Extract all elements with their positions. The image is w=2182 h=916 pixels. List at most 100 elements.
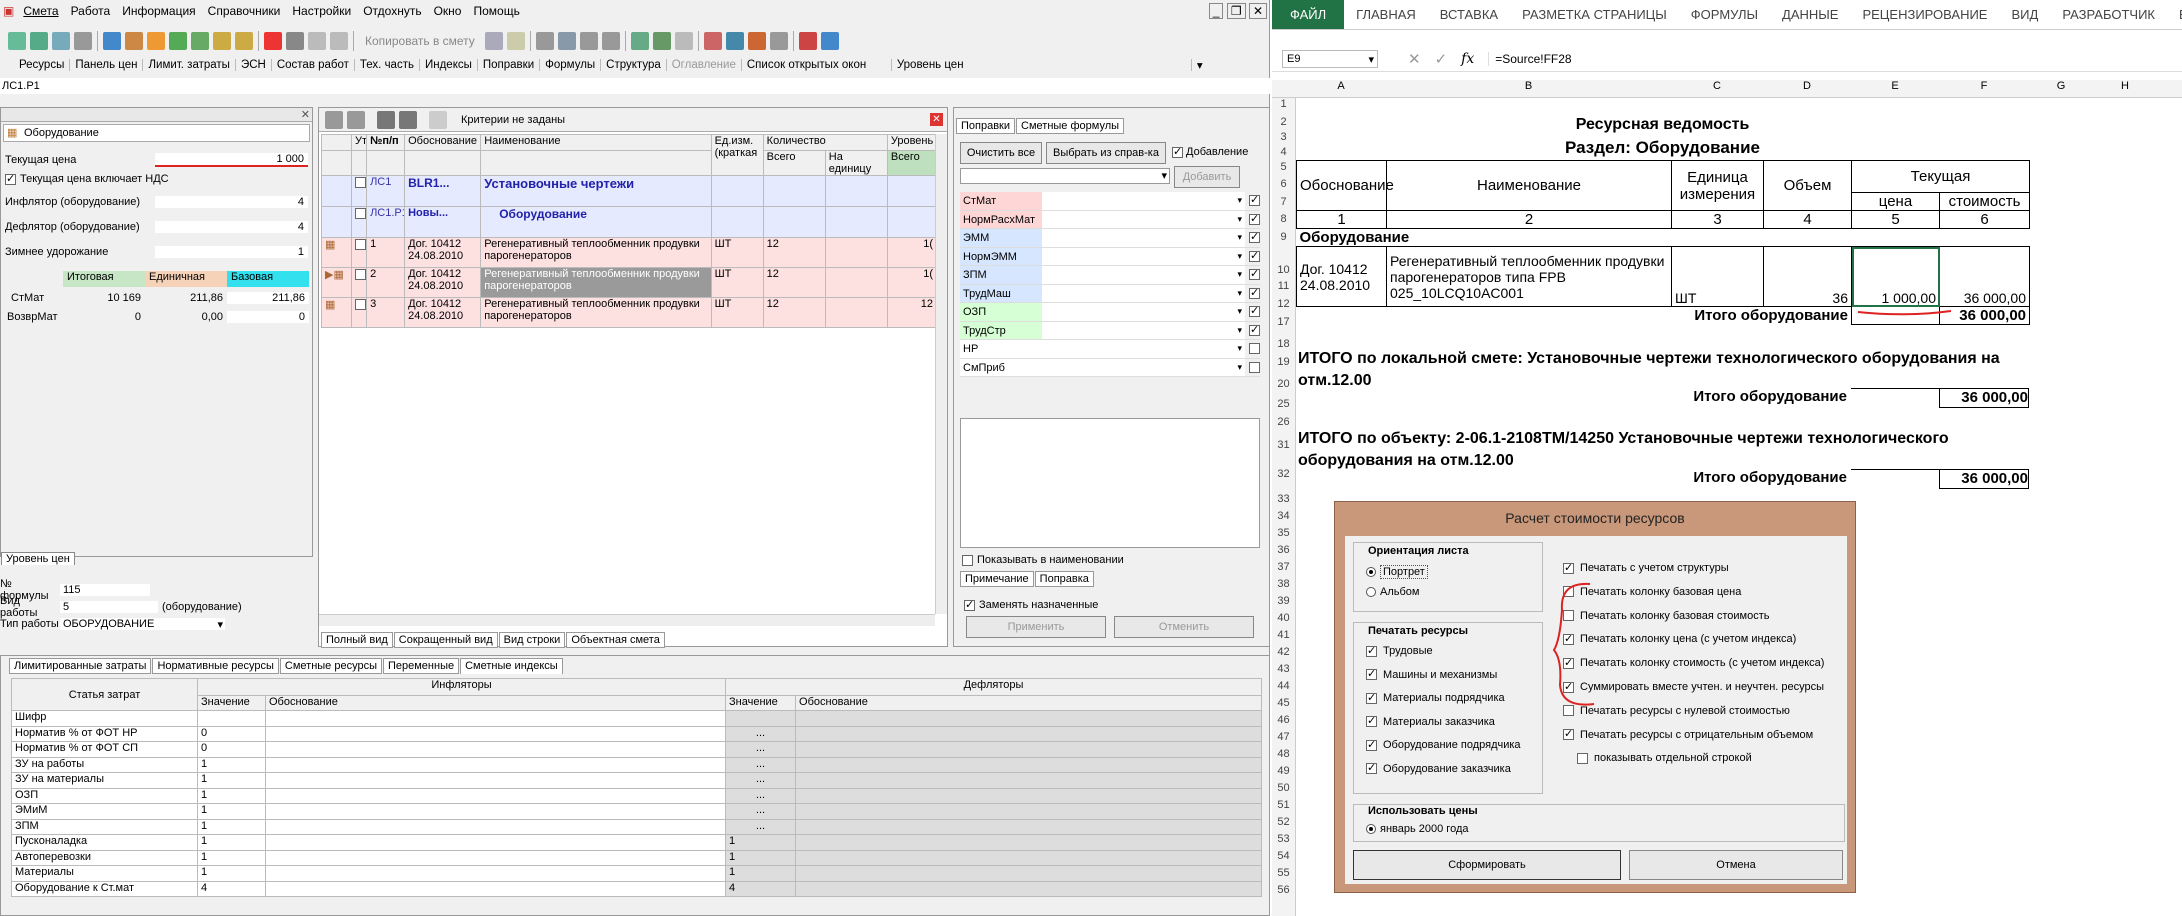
vozvrmat-base[interactable]: 0 xyxy=(227,311,309,323)
infl-value-cell[interactable]: 1 xyxy=(197,756,266,773)
expand-icon[interactable] xyxy=(325,110,343,129)
row-header[interactable]: 55 xyxy=(1272,867,1296,879)
tab-estimate-indices[interactable]: Сметные индексы xyxy=(460,658,563,674)
row-header[interactable]: 9 xyxy=(1272,231,1296,243)
grid2-icon[interactable] xyxy=(235,32,253,50)
col-basis[interactable]: Обоснование xyxy=(404,134,482,151)
infl-basis-cell[interactable] xyxy=(264,849,727,866)
cut-icon[interactable] xyxy=(286,32,304,50)
open-windows-dropdown[interactable]: Список открытых окон xyxy=(742,59,892,71)
tree2-icon[interactable] xyxy=(191,32,209,50)
row-header[interactable]: 38 xyxy=(1272,578,1296,590)
defl-value-cell[interactable]: ... xyxy=(725,725,797,742)
row-header[interactable]: 51 xyxy=(1272,799,1296,811)
correction-item[interactable]: НормРасхМат ▾ xyxy=(960,210,1260,229)
row-header[interactable]: 48 xyxy=(1272,748,1296,760)
row-header[interactable]: 8 xyxy=(1272,213,1296,225)
grid-icon[interactable] xyxy=(213,32,231,50)
ribbon-tab-view[interactable]: ВИД xyxy=(1999,7,2050,22)
correction-checkbox[interactable] xyxy=(1249,323,1260,337)
row-header[interactable]: 39 xyxy=(1272,595,1296,607)
defl-value-cell[interactable]: ... xyxy=(725,803,797,820)
print-resource-checkbox[interactable]: Оборудование подрядчика xyxy=(1366,738,1521,752)
infl-basis-cell[interactable] xyxy=(264,725,727,742)
print-option-checkbox[interactable]: Печатать колонку стоимость (с учетом инд… xyxy=(1563,656,1824,670)
row-header[interactable]: 54 xyxy=(1272,850,1296,862)
col-level[interactable]: Уровень xyxy=(886,134,938,151)
col-infl-basis[interactable]: Обоснование xyxy=(264,695,727,711)
table-row[interactable]: ЗУ на материалы 1... xyxy=(11,772,1263,789)
correction-value[interactable]: ▾ xyxy=(1042,340,1245,358)
row-header[interactable]: 46 xyxy=(1272,714,1296,726)
row-header[interactable]: 52 xyxy=(1272,816,1296,828)
defl-value-cell[interactable]: ... xyxy=(725,818,797,835)
work-kind-select[interactable]: ОБОРУДОВАНИЕ ▾ xyxy=(60,618,225,631)
filter-icon[interactable] xyxy=(429,110,447,129)
cancel-button[interactable]: Отменить xyxy=(1114,616,1254,638)
window-icon[interactable] xyxy=(484,32,503,50)
correction-item[interactable]: ОЗП ▾ xyxy=(960,303,1260,322)
row-header[interactable]: 4 xyxy=(1272,146,1296,158)
defl-basis-cell[interactable] xyxy=(795,787,1263,804)
correction-value[interactable]: ▾ xyxy=(1042,210,1245,228)
row-header[interactable]: 26 xyxy=(1272,416,1296,428)
correction-value[interactable]: ▾ xyxy=(1042,229,1245,247)
defl-value-cell[interactable]: 4 xyxy=(725,880,797,897)
copy-icon[interactable] xyxy=(308,32,326,50)
defl-basis-cell[interactable] xyxy=(795,880,1263,897)
close-icon[interactable]: ✕ xyxy=(930,113,943,126)
total-label-3[interactable]: Итого оборудование xyxy=(1296,469,1851,489)
ribbon-tab-file[interactable]: ФАЙЛ xyxy=(1272,0,1345,29)
tab-esn[interactable]: ЭСН xyxy=(236,59,272,71)
col-header-f[interactable]: F xyxy=(1939,80,2029,92)
col-cost-item[interactable]: Статья затрат xyxy=(11,678,198,711)
undo-icon[interactable] xyxy=(74,32,92,50)
menu-item-settings[interactable]: Настройки xyxy=(286,4,357,18)
total-label-2[interactable]: Итого оборудование xyxy=(1296,388,1851,408)
row-header[interactable]: 33 xyxy=(1272,493,1296,505)
menu-item-spravochniki[interactable]: Справочники xyxy=(202,4,287,18)
ribbon-tab-formulas[interactable]: ФОРМУЛЫ xyxy=(1679,7,1770,22)
row-header[interactable]: 43 xyxy=(1272,663,1296,675)
row-header[interactable]: 34 xyxy=(1272,510,1296,522)
tab-price-panel[interactable]: Панель цен xyxy=(70,59,144,71)
infl-basis-cell[interactable] xyxy=(264,741,727,758)
correction-value[interactable]: ▾ xyxy=(1042,192,1245,210)
correction-item[interactable]: СтМат ▾ xyxy=(960,192,1260,211)
tab-note[interactable]: Примечание xyxy=(960,571,1034,587)
print-icon[interactable] xyxy=(674,32,693,50)
hdr-name[interactable]: Наименование xyxy=(1386,160,1672,211)
correction-checkbox[interactable] xyxy=(1249,212,1260,226)
show-in-name-checkbox[interactable]: Показывать в наименовании xyxy=(962,554,1124,566)
print-resource-checkbox[interactable]: Материалы подрядчика xyxy=(1366,691,1505,705)
defl-basis-cell[interactable] xyxy=(795,849,1263,866)
formula-no-input[interactable]: 115 xyxy=(60,584,150,596)
row-header[interactable]: 44 xyxy=(1272,680,1296,692)
num-cell[interactable]: 6 xyxy=(1938,210,2031,229)
table-row[interactable]: Пусконаладка 1 1 xyxy=(11,834,1263,851)
correction-checkbox[interactable] xyxy=(1249,361,1260,373)
correction-item[interactable]: СмПриб ▾ xyxy=(960,358,1260,377)
correction-value[interactable]: ▾ xyxy=(1042,358,1245,376)
defl-basis-cell[interactable] xyxy=(795,818,1263,835)
calc-icon[interactable] xyxy=(506,32,525,50)
row-header[interactable]: 56 xyxy=(1272,884,1296,896)
tool2-icon[interactable] xyxy=(703,32,722,50)
total-value-3[interactable]: 36 000,00 xyxy=(1939,469,2029,489)
filter-icon[interactable] xyxy=(652,32,671,50)
defl-value-cell[interactable]: ... xyxy=(725,756,797,773)
print-option-checkbox[interactable]: Печатать ресурсы с отрицательным объемом xyxy=(1563,727,1813,741)
infl-value-cell[interactable]: 1 xyxy=(197,834,266,851)
app-icon[interactable]: ▣ xyxy=(0,4,17,18)
refresh-icon[interactable] xyxy=(52,32,70,50)
infl-basis-cell[interactable] xyxy=(264,772,727,789)
correction-value[interactable]: ▾ xyxy=(1042,266,1245,284)
menu-item-info[interactable]: Информация xyxy=(116,4,201,18)
defl-basis-cell[interactable] xyxy=(795,772,1263,789)
generate-button[interactable]: Сформировать xyxy=(1353,850,1621,880)
table-row-selected[interactable]: ▶▦ 2 Дог. 10412 24.08.2010 Регенеративны… xyxy=(320,267,938,298)
num-cell[interactable]: 4 xyxy=(1763,210,1852,229)
copy-to-smeta-button[interactable]: Копировать в смету xyxy=(357,34,483,48)
infl-value-cell[interactable]: 1 xyxy=(197,803,266,820)
table-row[interactable]: Автоперевозки 1 1 xyxy=(11,849,1263,866)
